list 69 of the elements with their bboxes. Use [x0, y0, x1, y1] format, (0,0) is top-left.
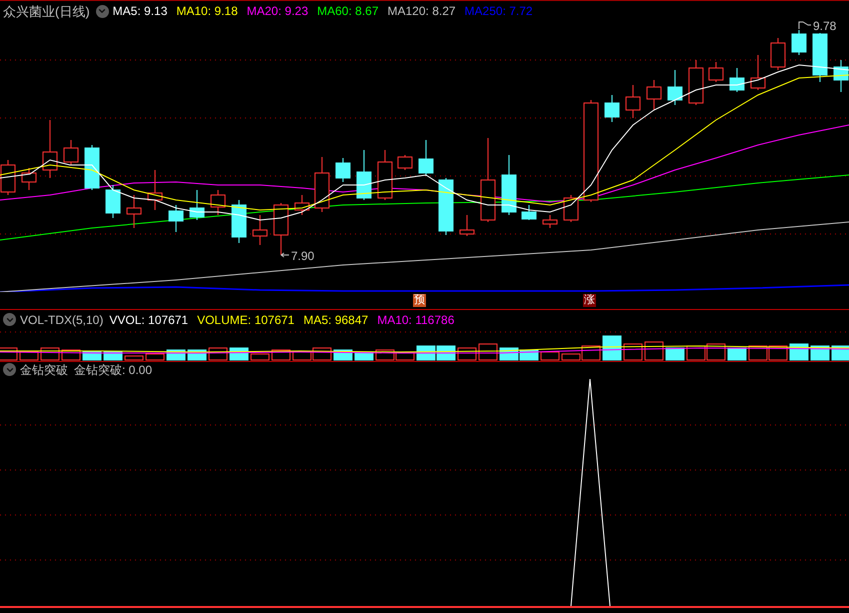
volume-bar: [124, 356, 144, 360]
candlestick: [314, 156, 330, 212]
candlestick: [668, 70, 682, 106]
candlestick: [378, 150, 392, 200]
candlestick: [252, 214, 268, 246]
candlestick: [356, 150, 372, 200]
candlestick: [336, 158, 350, 182]
candlestick: [460, 214, 474, 236]
candlestick: [522, 204, 536, 220]
volume-bar: [250, 354, 270, 360]
candlestick: [730, 68, 744, 92]
candlestick: [418, 140, 434, 176]
high-price-label: 9.78: [813, 20, 836, 32]
candlestick: [64, 140, 78, 166]
candlestick: [190, 190, 204, 220]
candlestick: [126, 194, 142, 228]
signal-marker: 涨: [583, 294, 596, 307]
legend-value: MA250: 7.72: [464, 5, 533, 17]
indicator-name: 金钻突破: [20, 364, 68, 376]
volume-bar: [728, 348, 746, 360]
volume-bar: [666, 348, 684, 360]
legend-value: MA120: 8.27: [388, 5, 456, 17]
candlestick: [210, 190, 226, 216]
candlestick: [294, 194, 310, 216]
legend-value: MA5: 9.13: [112, 5, 168, 17]
volume-bar: [602, 336, 622, 360]
candlestick: [22, 168, 36, 190]
candlestick: [106, 184, 120, 218]
dropdown-icon[interactable]: [3, 313, 16, 326]
candlestick: [148, 170, 162, 210]
legend-value: MA10: 116786: [377, 314, 454, 326]
leader-line: [280, 252, 290, 258]
candlestick: [274, 202, 288, 256]
volume-bar: [644, 342, 664, 360]
legend-value: MA5: 96847: [303, 314, 368, 326]
candlestick: [708, 62, 724, 82]
dropdown-icon[interactable]: [3, 363, 16, 376]
chart-title: 众兴菌业(日线): [3, 4, 90, 18]
candlestick: [438, 178, 454, 236]
legend-value: VVOL: 107671: [109, 314, 188, 326]
candlestick: [646, 80, 662, 110]
legend-value: 金钻突破: 0.00: [74, 364, 152, 376]
legend-value: MA60: 8.67: [317, 5, 378, 17]
candlestick: [770, 38, 786, 70]
low-price-label: 7.90: [291, 250, 314, 262]
volume-bar: [146, 354, 164, 360]
legend-value: MA20: 9.23: [246, 5, 308, 17]
candlestick: [750, 54, 766, 90]
candlestick: [812, 32, 828, 82]
candlestick: [834, 60, 848, 92]
signal-marker: 预: [413, 294, 426, 307]
indicator-name: VOL-TDX(5,10): [20, 314, 104, 326]
dropdown-icon[interactable]: [96, 4, 109, 18]
candlestick: [792, 30, 806, 56]
legend-value: MA10: 9.18: [176, 5, 238, 17]
volume-bar: [540, 352, 560, 360]
candlestick: [688, 60, 704, 106]
leader-line: [798, 22, 812, 30]
legend-value: VOLUME: 107671: [197, 314, 294, 326]
candlestick: [232, 200, 246, 244]
candlestick: [626, 84, 640, 118]
candlestick: [604, 94, 620, 122]
candlestick: [84, 144, 100, 190]
candlestick: [502, 154, 516, 216]
candlestick: [168, 204, 184, 232]
candlestick: [398, 154, 412, 170]
candlestick: [42, 120, 58, 178]
candlestick: [564, 194, 578, 222]
candlestick: [542, 214, 558, 228]
